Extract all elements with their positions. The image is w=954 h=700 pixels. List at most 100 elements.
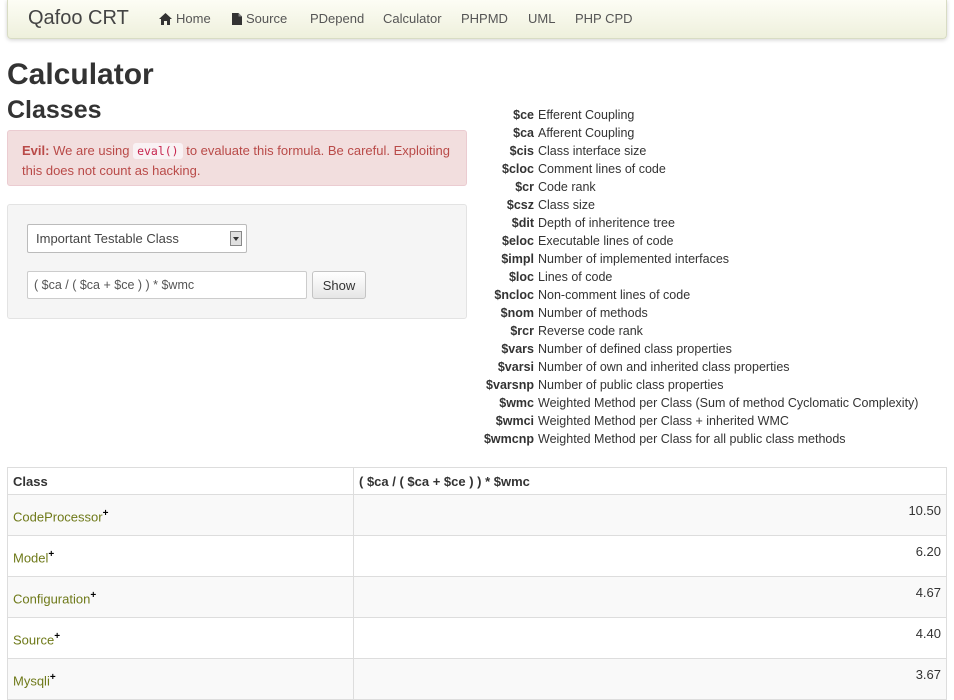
nav-pdepend[interactable]: PDepend (310, 11, 364, 26)
legend-row: $cloc Comment lines of code (480, 162, 950, 180)
chevron-down-icon[interactable] (230, 231, 242, 246)
class-cell: Configuration+ (7, 576, 354, 618)
show-button[interactable]: Show (312, 271, 366, 299)
alert-strong: Evil: (22, 143, 50, 158)
legend-key: $loc (508, 270, 534, 284)
table-row: Configuration+ 4.67 (7, 576, 947, 618)
column-header-formula: ( $ca / ( $ca + $ce ) ) * $wmc (353, 467, 947, 495)
formula-value-cell: 10.50 (353, 494, 947, 536)
legend-key: $ce (513, 108, 534, 122)
class-filter-select[interactable]: Important Testable Class (27, 224, 247, 253)
formula-value-cell: 4.40 (353, 617, 947, 659)
formula-input[interactable] (27, 271, 307, 299)
legend-description: Number of methods (538, 306, 648, 320)
legend-description: Number of implemented interfaces (538, 252, 730, 266)
formula-value-cell: 4.67 (353, 576, 947, 618)
class-cell: Mysqli+ (7, 658, 354, 700)
nav-source-label: Source (246, 11, 288, 26)
page-subtitle: Classes (7, 96, 102, 124)
expand-plus[interactable]: + (48, 549, 54, 560)
class-link[interactable]: Mysqli (13, 673, 50, 688)
class-link[interactable]: Model (13, 550, 48, 565)
legend-key: $cloc (502, 162, 534, 176)
page-title: Calculator (7, 58, 154, 91)
legend-key: $nom (500, 306, 534, 320)
legend-description: Executable lines of code (538, 234, 674, 248)
class-link[interactable]: Source (13, 632, 54, 647)
legend-description: Number of own and inherited class proper… (538, 360, 790, 374)
expand-plus[interactable]: + (103, 508, 109, 519)
table-row: Mysqli+ 3.67 (7, 658, 947, 700)
legend-description: Weighted Method per Class for all public… (538, 432, 846, 446)
legend-key: $ncloc (494, 288, 534, 302)
legend-row: $ca Afferent Coupling (480, 126, 950, 144)
table-row: CodeProcessor+ 10.50 (7, 494, 947, 536)
legend-description: Number of defined class properties (538, 342, 732, 356)
legend-row: $vars Number of defined class properties (480, 342, 950, 360)
legend-key: $wmci (495, 414, 534, 428)
legend-description: Class interface size (538, 144, 647, 158)
legend-row: $ncloc Non-comment lines of code (480, 288, 950, 306)
class-link[interactable]: CodeProcessor (13, 509, 103, 524)
legend-description: Weighted Method per Class + inherited WM… (538, 414, 789, 428)
legend-description: Lines of code (538, 270, 613, 284)
legend-key: $cis (509, 144, 534, 158)
legend-key: $cr (515, 180, 534, 194)
class-cell: Model+ (7, 535, 354, 577)
legend-row: $varsnp Number of public class properties (480, 378, 950, 396)
formula-form: Important Testable Class Show (7, 204, 467, 319)
table-row: Model+ 6.20 (7, 535, 947, 577)
results-table: Class ( $ca / ( $ca + $ce ) ) * $wmc Cod… (7, 467, 947, 700)
legend-row: $wmcnp Weighted Method per Class for all … (480, 432, 950, 450)
legend-row: $nom Number of methods (480, 306, 950, 324)
class-filter-value: Important Testable Class (36, 231, 179, 246)
legend-key: $csz (506, 198, 534, 212)
formula-value-cell: 6.20 (353, 535, 947, 577)
expand-plus[interactable]: + (90, 590, 96, 601)
formula-value-cell: 3.67 (353, 658, 947, 700)
legend-row: $dit Depth of inheritence tree (480, 216, 950, 234)
legend-key: $ca (513, 126, 534, 140)
legend-description: Efferent Coupling (538, 108, 635, 122)
class-cell: CodeProcessor+ (7, 494, 354, 536)
legend-key: $dit (511, 216, 534, 230)
nav-source[interactable]: Source (232, 11, 287, 26)
expand-plus[interactable]: + (54, 631, 60, 642)
home-icon (159, 12, 172, 25)
legend-key: $impl (501, 252, 534, 266)
legend-key: $vars (501, 342, 534, 356)
column-header-class: Class (7, 467, 354, 495)
legend-row: $loc Lines of code (480, 270, 950, 288)
legend-row: $eloc Executable lines of code (480, 234, 950, 252)
brand-link[interactable]: Qafoo CRT (28, 7, 129, 30)
legend-key: $wmcnp (483, 432, 534, 446)
class-link[interactable]: Configuration (13, 591, 90, 606)
nav-phpmd[interactable]: PHPMD (461, 11, 508, 26)
legend-row: $csz Class size (480, 198, 950, 216)
class-cell: Source+ (7, 617, 354, 659)
legend-key: $varsnp (486, 378, 534, 392)
file-icon (232, 12, 242, 25)
alert-code: eval() (133, 143, 183, 159)
legend-description: Afferent Coupling (538, 126, 635, 140)
nav-uml[interactable]: UML (528, 11, 555, 26)
legend-row: $cr Code rank (480, 180, 950, 198)
legend-key: $wmc (499, 396, 534, 410)
legend-row: $rcr Reverse code rank (480, 324, 950, 342)
nav-home[interactable]: Home (159, 11, 211, 26)
nav-home-label: Home (176, 11, 211, 26)
legend-description: Non-comment lines of code (538, 288, 691, 302)
legend-row: $ce Efferent Coupling (480, 108, 950, 126)
legend-row: $wmci Weighted Method per Class + inherit… (480, 414, 950, 432)
expand-plus[interactable]: + (50, 672, 56, 683)
nav-phpcpd[interactable]: PHP CPD (575, 11, 633, 26)
legend-description: Comment lines of code (538, 162, 666, 176)
legend-row: $cis Class interface size (480, 144, 950, 162)
nav-calculator[interactable]: Calculator (383, 11, 442, 26)
legend-description: Reverse code rank (538, 324, 643, 338)
legend-description: Number of public class properties (538, 378, 724, 392)
legend-description: Code rank (538, 180, 596, 194)
legend-key: $varsi (497, 360, 534, 374)
alert-text-before: We are using (49, 143, 134, 158)
legend-key: $rcr (510, 324, 534, 338)
